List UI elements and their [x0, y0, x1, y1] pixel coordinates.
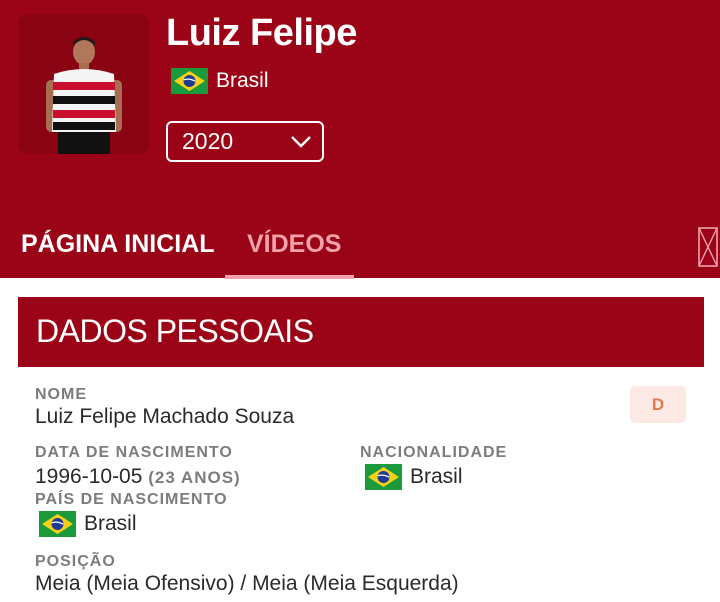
birth-country-value: Brasil — [84, 512, 137, 535]
name-label: NOME — [35, 386, 87, 403]
tab-videos-underline — [225, 275, 354, 279]
nationality-label: NACIONALIDADE — [360, 444, 508, 461]
position-value: Meia (Meia Ofensivo) / Meia (Meia Esquer… — [35, 572, 459, 595]
nationality-value-row: Brasil — [365, 464, 463, 490]
player-country: Brasil — [171, 68, 269, 94]
brazil-flag-icon — [171, 68, 208, 94]
tab-videos[interactable]: VÍDEOS — [247, 230, 341, 259]
tab-home[interactable]: PÁGINA INICIAL — [21, 230, 215, 259]
birth-date-value: 1996-10-05 (23 ANOS) — [35, 465, 241, 489]
birth-country-value-row: Brasil — [39, 511, 137, 537]
player-photo — [18, 14, 149, 154]
birth-country-label: PAÍS DE NASCIMENTO — [35, 491, 228, 508]
position-badge: D — [630, 386, 686, 423]
position-label: POSIÇÃO — [35, 553, 116, 570]
birth-date-label: DATA DE NASCIMENTO — [35, 444, 233, 461]
more-tabs-icon[interactable] — [698, 227, 718, 267]
section-title: DADOS PESSOAIS — [36, 313, 314, 349]
brazil-flag-icon — [39, 511, 76, 537]
birth-date: 1996-10-05 — [35, 465, 143, 488]
player-name: Luiz Felipe — [166, 12, 357, 54]
age-note: (23 ANOS) — [148, 468, 241, 487]
player-header: Luiz Felipe Brasil 2020 PÁGINA INICIAL V… — [0, 0, 720, 279]
season-select[interactable]: 2020 — [166, 121, 324, 162]
tab-bar: PÁGINA INICIAL VÍDEOS — [0, 222, 720, 279]
season-select-value: 2020 — [182, 128, 234, 154]
brazil-flag-icon — [365, 464, 402, 490]
chevron-down-icon — [290, 128, 312, 155]
name-value: Luiz Felipe Machado Souza — [35, 405, 295, 428]
section-header: DADOS PESSOAIS — [18, 297, 704, 367]
nationality-value: Brasil — [410, 465, 463, 488]
country-label: Brasil — [216, 69, 269, 92]
